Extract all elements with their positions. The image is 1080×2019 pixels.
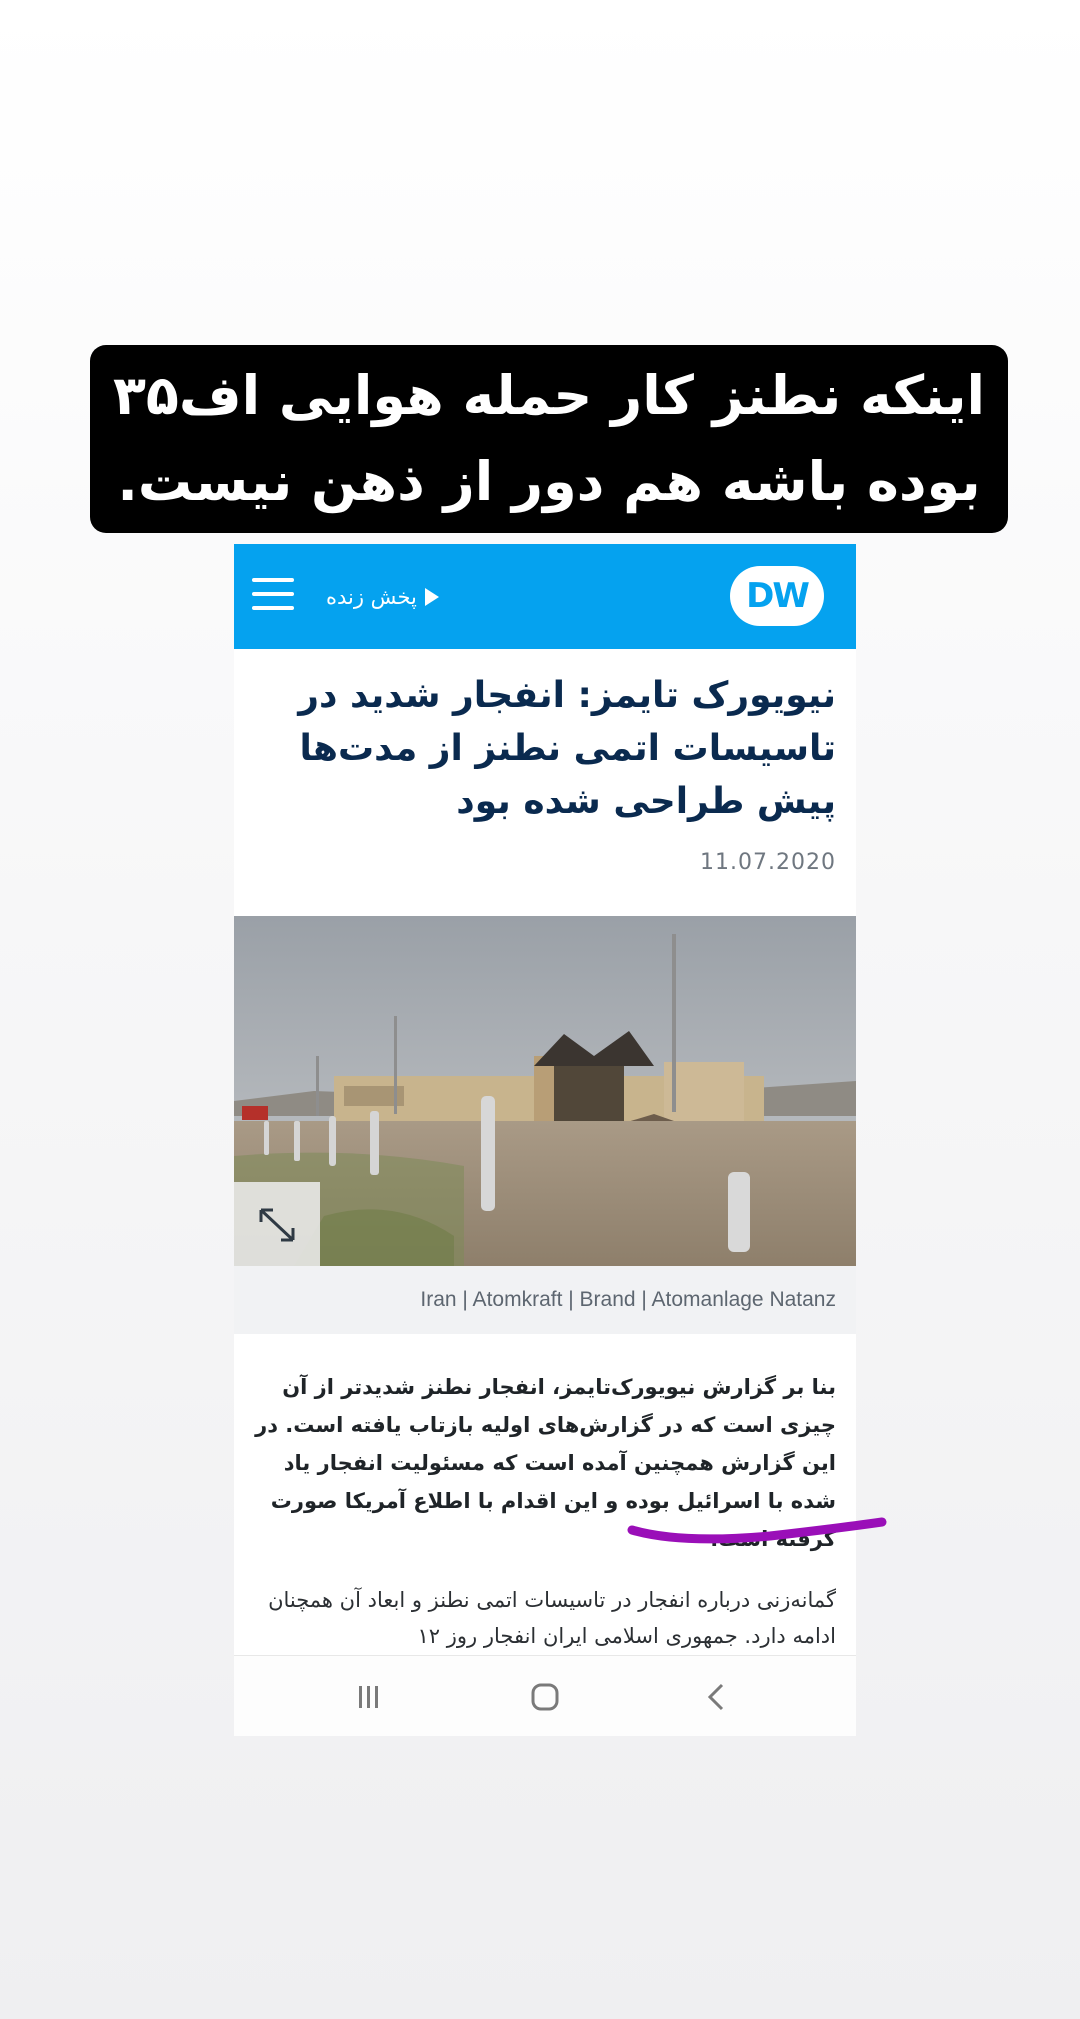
article-screenshot: پخش زنده DW نیویورک تایمز: انفجار شدید د… bbox=[234, 544, 856, 1736]
expand-image-button[interactable] bbox=[234, 1182, 320, 1266]
home-icon[interactable] bbox=[530, 1682, 560, 1712]
article-headline: نیویورک تایمز: انفجار شدید در تاسیسات ات… bbox=[298, 675, 836, 822]
play-icon bbox=[424, 588, 439, 606]
article-paragraph-2: گمانه‌زنی درباره انفجار در تاسیسات اتمی … bbox=[268, 1588, 836, 1648]
site-header: پخش زنده DW bbox=[234, 544, 856, 649]
article-date: 11.07.2020 bbox=[700, 850, 836, 875]
live-stream-button[interactable]: پخش زنده bbox=[326, 580, 439, 614]
natanz-photo bbox=[234, 916, 856, 1266]
live-stream-label: پخش زنده bbox=[326, 585, 417, 609]
caption-line-2: بوده باشه هم دور از ذهن نیست. bbox=[117, 450, 981, 513]
purple-underline-annotation bbox=[627, 1517, 887, 1544]
dw-logo[interactable]: DW bbox=[730, 566, 824, 626]
expand-icon bbox=[259, 1208, 295, 1242]
story-caption: اینکه نطنز کار حمله هوایی اف۳۵ بوده باشه… bbox=[90, 345, 1008, 533]
article-photo[interactable] bbox=[234, 916, 856, 1266]
hamburger-icon[interactable] bbox=[252, 578, 294, 612]
caption-line-1: اینکه نطنز کار حمله هوایی اف۳۵ bbox=[112, 364, 986, 427]
recents-icon[interactable] bbox=[354, 1682, 384, 1712]
system-nav-bar bbox=[234, 1655, 856, 1736]
back-icon[interactable] bbox=[702, 1682, 732, 1712]
image-caption: Iran | Atomkraft | Brand | Atomanlage Na… bbox=[234, 1266, 856, 1334]
dw-logo-text: DW bbox=[746, 576, 810, 616]
